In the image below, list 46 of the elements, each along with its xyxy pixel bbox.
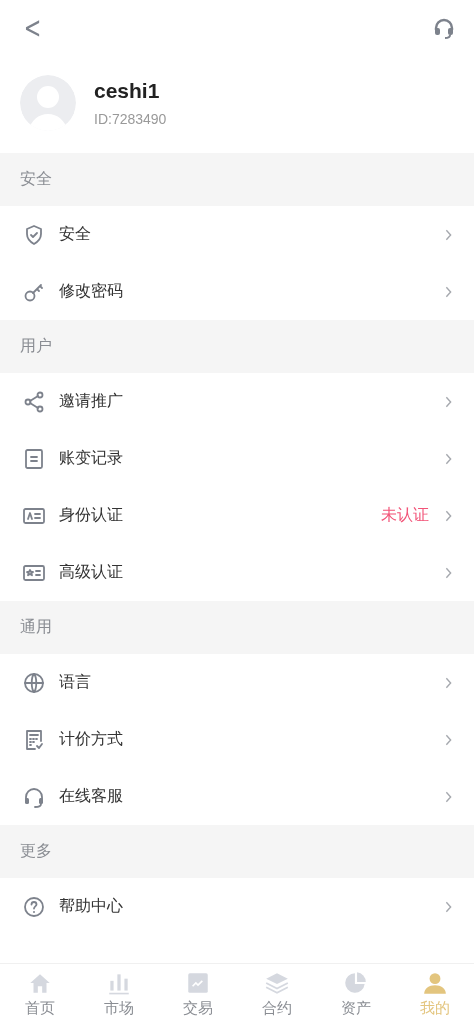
chevron-icon xyxy=(445,509,452,522)
menu-item[interactable]: 邀请推广 xyxy=(0,373,474,430)
menu-item[interactable]: 语言 xyxy=(0,654,474,711)
menu-item[interactable]: 在线客服 xyxy=(0,768,474,825)
chevron-icon xyxy=(445,452,452,465)
item-label: 计价方式 xyxy=(59,729,124,749)
back-button[interactable]: < xyxy=(23,13,42,43)
chevron-icon xyxy=(445,566,452,579)
help-icon xyxy=(22,894,46,919)
item-label: 邀请推广 xyxy=(59,391,124,411)
section-header: 通用 xyxy=(0,601,474,654)
item-label: 身份认证 xyxy=(59,505,124,525)
username: ceshi1 xyxy=(94,79,161,103)
chevron-icon xyxy=(445,790,452,803)
chevron-icon xyxy=(445,285,452,298)
item-label: 账变记录 xyxy=(59,448,124,468)
menu-item[interactable]: 高级认证 xyxy=(0,544,474,601)
section-header: 用户 xyxy=(0,320,474,373)
menu-item[interactable]: 修改密码 xyxy=(0,263,474,320)
person-icon xyxy=(421,970,448,996)
chevron-icon xyxy=(445,395,452,408)
share-icon xyxy=(22,389,46,414)
item-label: 修改密码 xyxy=(59,281,124,301)
menu-item[interactable]: 帮助中心 xyxy=(0,878,474,935)
chevron-icon xyxy=(445,676,452,689)
menu-item[interactable]: 计价方式 xyxy=(0,711,474,768)
user-id: ID:7283490 xyxy=(94,111,167,127)
headset-icon[interactable] xyxy=(432,16,456,40)
item-label: 安全 xyxy=(59,224,92,244)
section-header: 安全 xyxy=(0,153,474,206)
section-header: 更多 xyxy=(0,825,474,878)
menu-item[interactable]: 身份认证 未认证 xyxy=(0,487,474,544)
pie-chart-icon xyxy=(342,970,369,996)
chevron-icon xyxy=(445,733,452,746)
menu-item[interactable]: 安全 xyxy=(0,206,474,263)
globe-icon xyxy=(22,670,46,695)
menu-item[interactable]: 账变记录 xyxy=(0,430,474,487)
item-label: 帮助中心 xyxy=(59,896,124,916)
document-icon xyxy=(22,446,46,471)
status-text: 未认证 xyxy=(381,505,429,525)
item-label: 语言 xyxy=(59,672,92,692)
item-label: 高级认证 xyxy=(59,562,124,582)
chevron-icon xyxy=(445,228,452,241)
chevron-icon xyxy=(445,900,452,913)
item-label: 在线客服 xyxy=(59,786,124,806)
layers-icon xyxy=(263,970,290,996)
